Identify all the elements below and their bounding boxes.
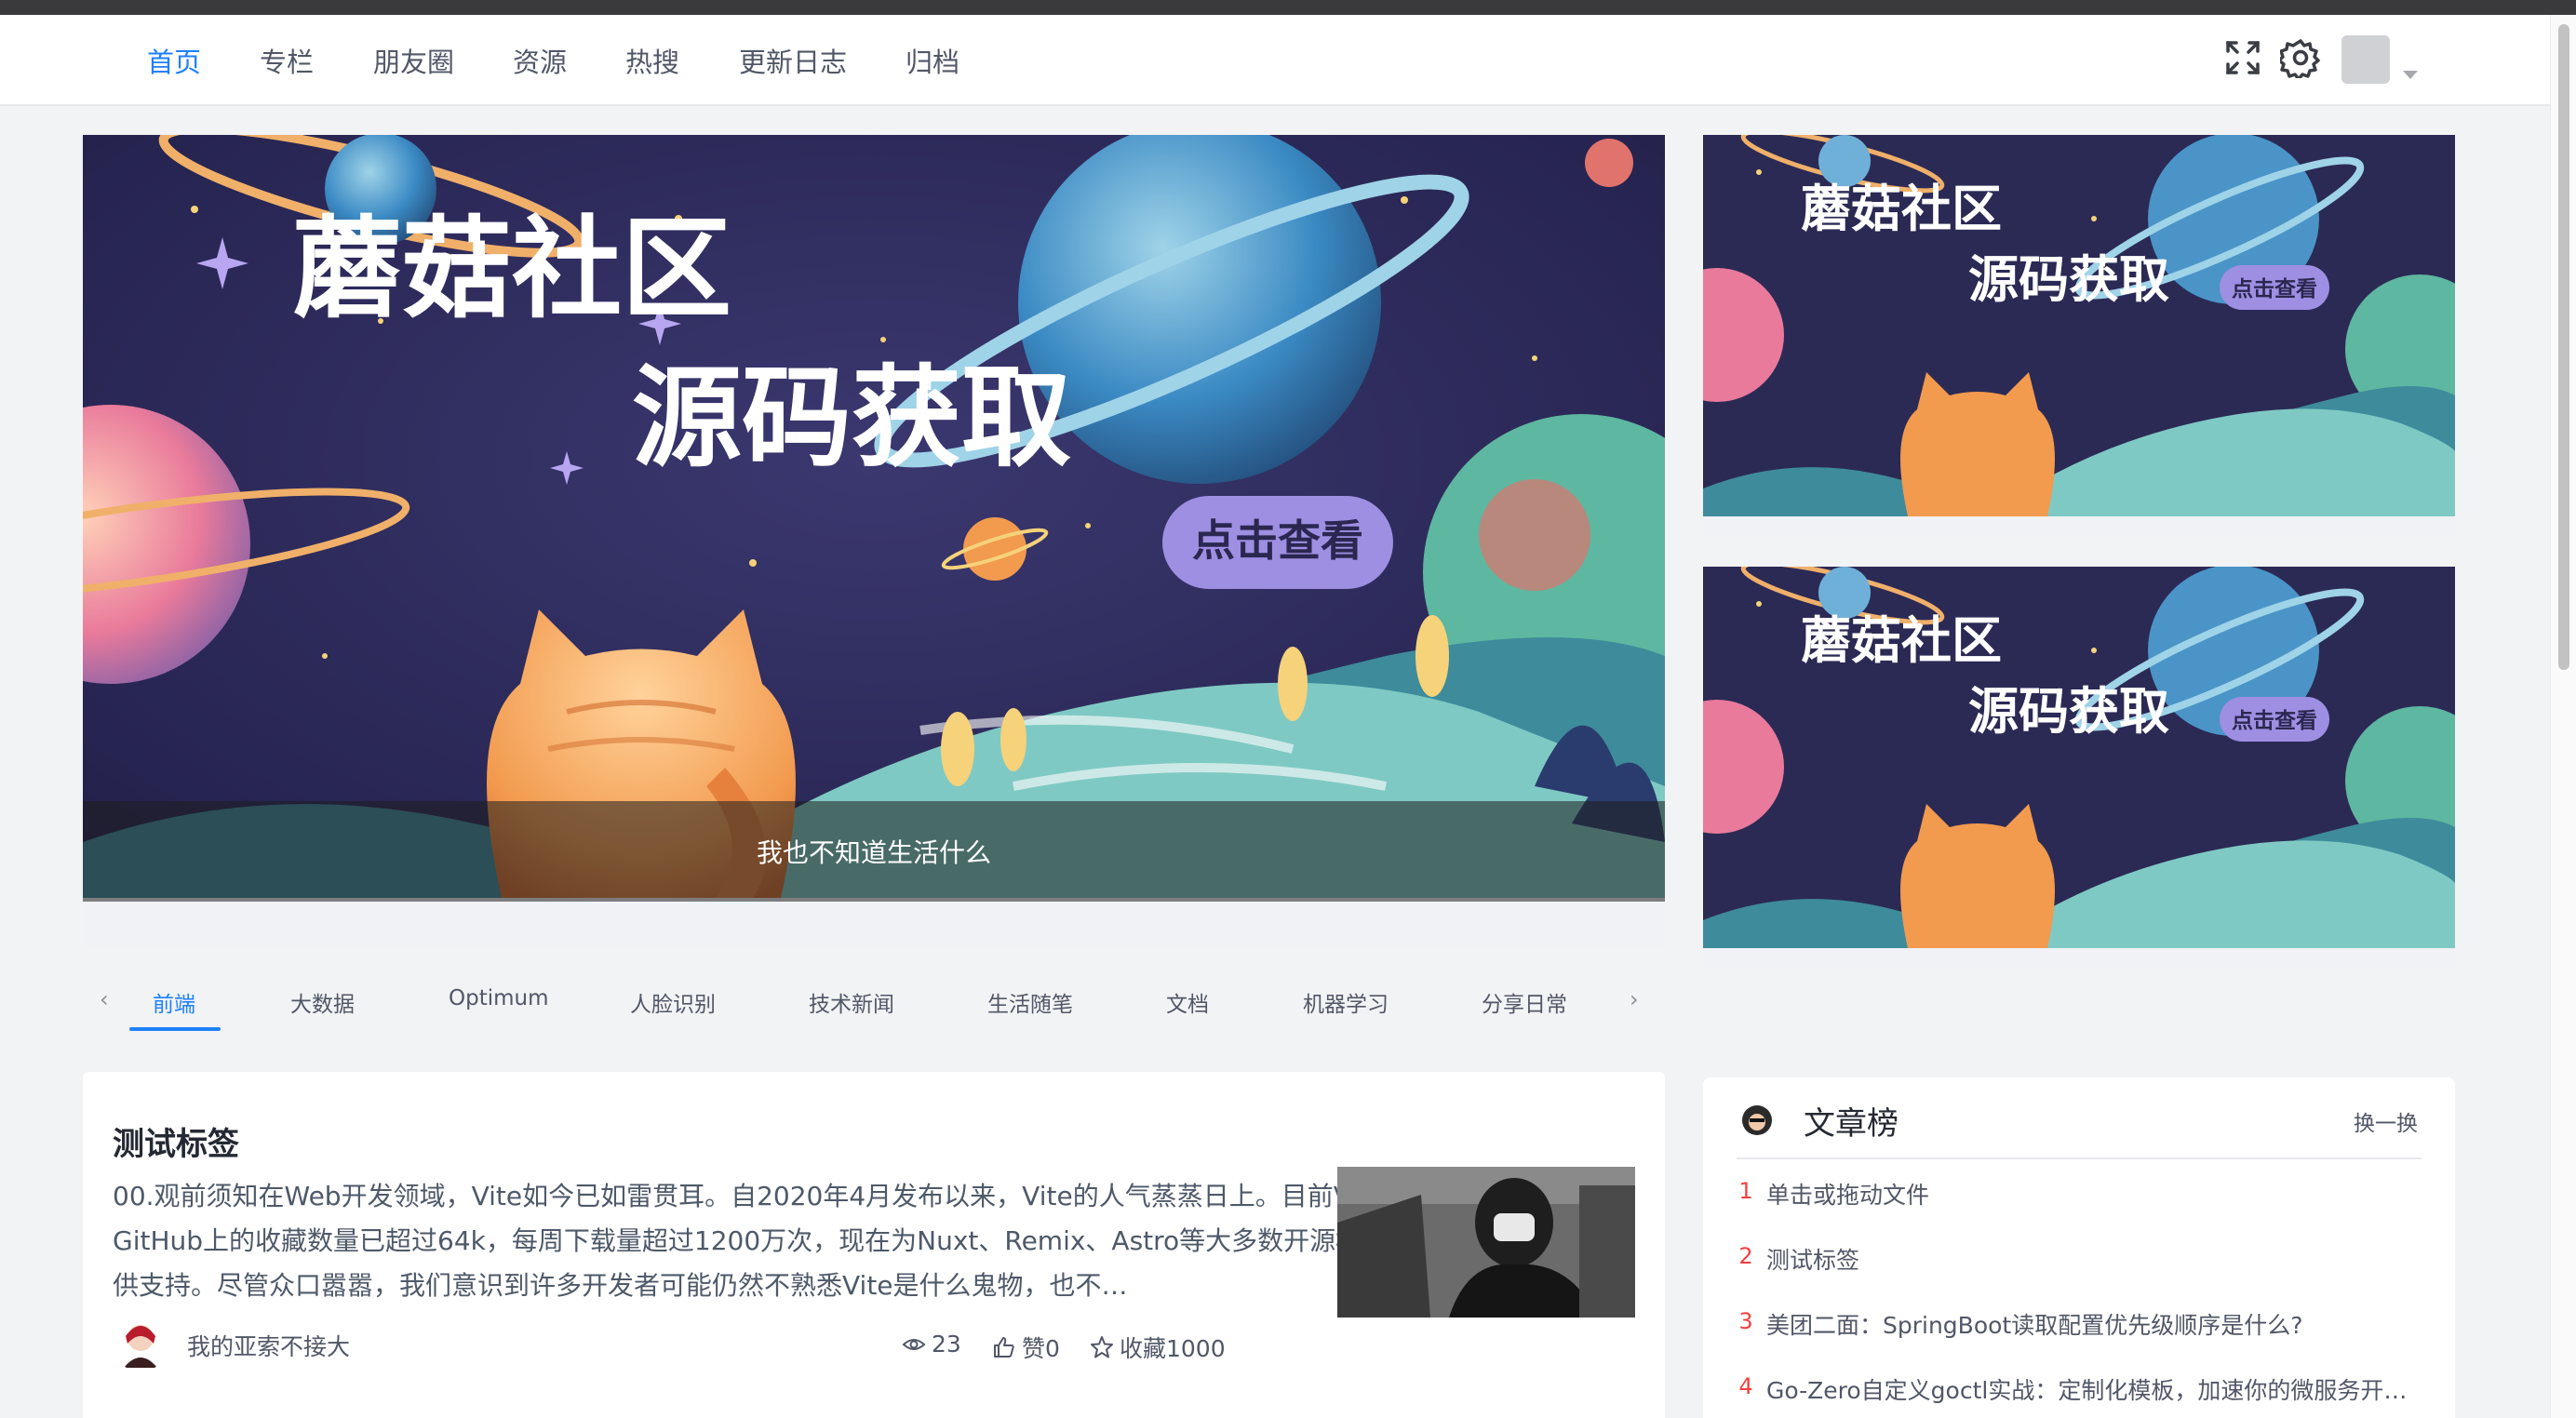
main-carousel-banner[interactable]: 蘑菇社区 源码获取 点击查看 我也不知道生活什么 (83, 135, 1665, 946)
article-title[interactable]: 测试标签 (113, 1118, 239, 1164)
article-summary: 00.观前须知在Web开发领域，Vite如今已如雷贯耳。自2020年4月发布以来… (113, 1181, 1415, 1301)
user-avatar[interactable] (2341, 35, 2390, 84)
ranking-item-title[interactable]: 美团二面：SpringBoot读取配置优先级顺序是什么? (1766, 1307, 2418, 1341)
side-banner-title-line2: 源码获取 (1968, 682, 2169, 741)
ranking-item[interactable]: 3 美团二面：SpringBoot读取配置优先级顺序是什么? (1737, 1304, 2425, 1342)
side-banner-title-line2: 源码获取 (1968, 250, 2169, 309)
tab-face-recognition[interactable]: 人脸识别 (630, 986, 716, 1018)
ranking-refresh-button[interactable]: 换一换 (2354, 1105, 2418, 1137)
tab-life-notes[interactable]: 生活随笔 (987, 986, 1073, 1018)
ranking-item[interactable]: 2 测试标签 (1737, 1239, 2425, 1277)
scrollbar-thumb[interactable] (2558, 24, 2569, 670)
page-scrollbar[interactable] (2550, 15, 2576, 1418)
ranking-number: 4 (1738, 1373, 1753, 1399)
side-banner-top[interactable]: 蘑菇社区 源码获取 点击查看 (1703, 135, 2455, 537)
nav-item-archive[interactable]: 归档 (906, 41, 959, 80)
tab-machine-learning[interactable]: 机器学习 (1303, 986, 1389, 1018)
like-count: 赞0 (1022, 1335, 1060, 1362)
article-meta: 我的亚索不接大 23 赞0 收藏1000 (113, 1316, 1322, 1371)
author-avatar[interactable] (113, 1316, 168, 1371)
category-tabs: ‹ 前端 大数据 Optimum 人脸识别 技术新闻 生活随笔 文档 机器学习 … (83, 970, 1665, 1035)
ranking-item[interactable]: 4 Go-Zero自定义goctl实战：定制化模板，加速你的微服务开… (1737, 1370, 2425, 1407)
ranking-item[interactable]: 1 单击或拖动文件 (1737, 1174, 2425, 1211)
ranking-number: 1 (1738, 1178, 1753, 1204)
side-banner-view-button[interactable]: 点击查看 (2232, 277, 2317, 301)
ranking-avatar-image (1737, 1100, 1778, 1141)
side-banner-title-line1: 蘑菇社区 (1801, 611, 2002, 670)
ranking-divider (1737, 1157, 2422, 1159)
category-next-arrow[interactable]: › (1630, 986, 1639, 1012)
author-name[interactable]: 我的亚索不接大 (187, 1329, 350, 1362)
ranking-item-title[interactable]: 单击或拖动文件 (1766, 1177, 2418, 1211)
side-banner-bottom[interactable]: 蘑菇社区 源码获取 点击查看 (1703, 567, 2455, 969)
fullscreen-icon[interactable] (2222, 37, 2263, 78)
tab-daily-share[interactable]: 分享日常 (1482, 986, 1567, 1018)
favorite-count: 收藏1000 (1120, 1335, 1226, 1362)
article-thumbnail[interactable] (1337, 1167, 1635, 1318)
banner-title-line2: 源码获取 (632, 354, 1071, 482)
ranking-number: 2 (1738, 1243, 1753, 1269)
tab-docs[interactable]: 文档 (1166, 986, 1209, 1018)
ranking-number: 3 (1738, 1308, 1753, 1334)
banner-title-line1: 蘑菇社区 (292, 205, 731, 333)
tab-optimum[interactable]: Optimum (449, 986, 549, 1010)
tab-tech-news[interactable]: 技术新闻 (809, 986, 894, 1018)
article-card[interactable]: 测试标签 00.观前须知在Web开发领域，Vite如今已如雷贯耳。自2020年4… (83, 1072, 1665, 1418)
top-navbar: 首页 专栏 朋友圈 资源 热搜 更新日志 归档 (0, 15, 2550, 106)
thumbs-up-icon (994, 1337, 1014, 1358)
side-banner-illustration: 蘑菇社区 源码获取 点击查看 (1703, 135, 2455, 537)
tab-frontend[interactable]: 前端 (153, 986, 195, 1018)
category-prev-arrow[interactable]: ‹ (100, 986, 109, 1012)
browser-top-strip (0, 0, 2576, 15)
star-icon (1091, 1336, 1113, 1358)
side-banner-illustration: 蘑菇社区 源码获取 点击查看 (1703, 567, 2455, 969)
nav-item-columns[interactable]: 专栏 (260, 41, 314, 80)
author-avatar-image (113, 1316, 168, 1371)
article-ranking-card: 文章榜 换一换 1 单击或拖动文件 2 测试标签 3 美团二面：SpringBo… (1703, 1077, 2455, 1418)
banner-caption: 我也不知道生活什么 (83, 801, 1665, 902)
tab-big-data[interactable]: 大数据 (290, 986, 355, 1018)
nav-item-moments[interactable]: 朋友圈 (373, 41, 454, 80)
ranking-title: 文章榜 (1804, 1105, 1898, 1143)
chevron-down-icon[interactable] (2403, 71, 2418, 79)
nav-item-resources[interactable]: 资源 (513, 41, 567, 80)
thumbnail-image (1337, 1167, 1635, 1318)
nav-item-hot-search[interactable]: 热搜 (625, 41, 679, 80)
favorite-button[interactable]: 收藏1000 (1090, 1331, 1226, 1364)
settings-gear-icon[interactable] (2280, 37, 2321, 78)
ranking-item-title[interactable]: Go-Zero自定义goctl实战：定制化模板，加速你的微服务开… (1766, 1372, 2418, 1406)
ranking-item-title[interactable]: 测试标签 (1766, 1242, 2418, 1276)
nav-item-changelog[interactable]: 更新日志 (739, 41, 847, 80)
eye-icon (902, 1338, 926, 1350)
side-banner-title-line1: 蘑菇社区 (1801, 180, 2002, 238)
active-tab-underline (129, 1027, 221, 1031)
banner-view-button[interactable]: 点击查看 (1192, 515, 1363, 566)
view-count: 23 (902, 1331, 961, 1358)
side-banner-view-button[interactable]: 点击查看 (2232, 709, 2317, 733)
like-button[interactable]: 赞0 (992, 1331, 1060, 1364)
ranking-avatar-icon (1737, 1100, 1778, 1141)
nav-item-home[interactable]: 首页 (147, 41, 201, 80)
view-count-value: 23 (932, 1331, 961, 1358)
